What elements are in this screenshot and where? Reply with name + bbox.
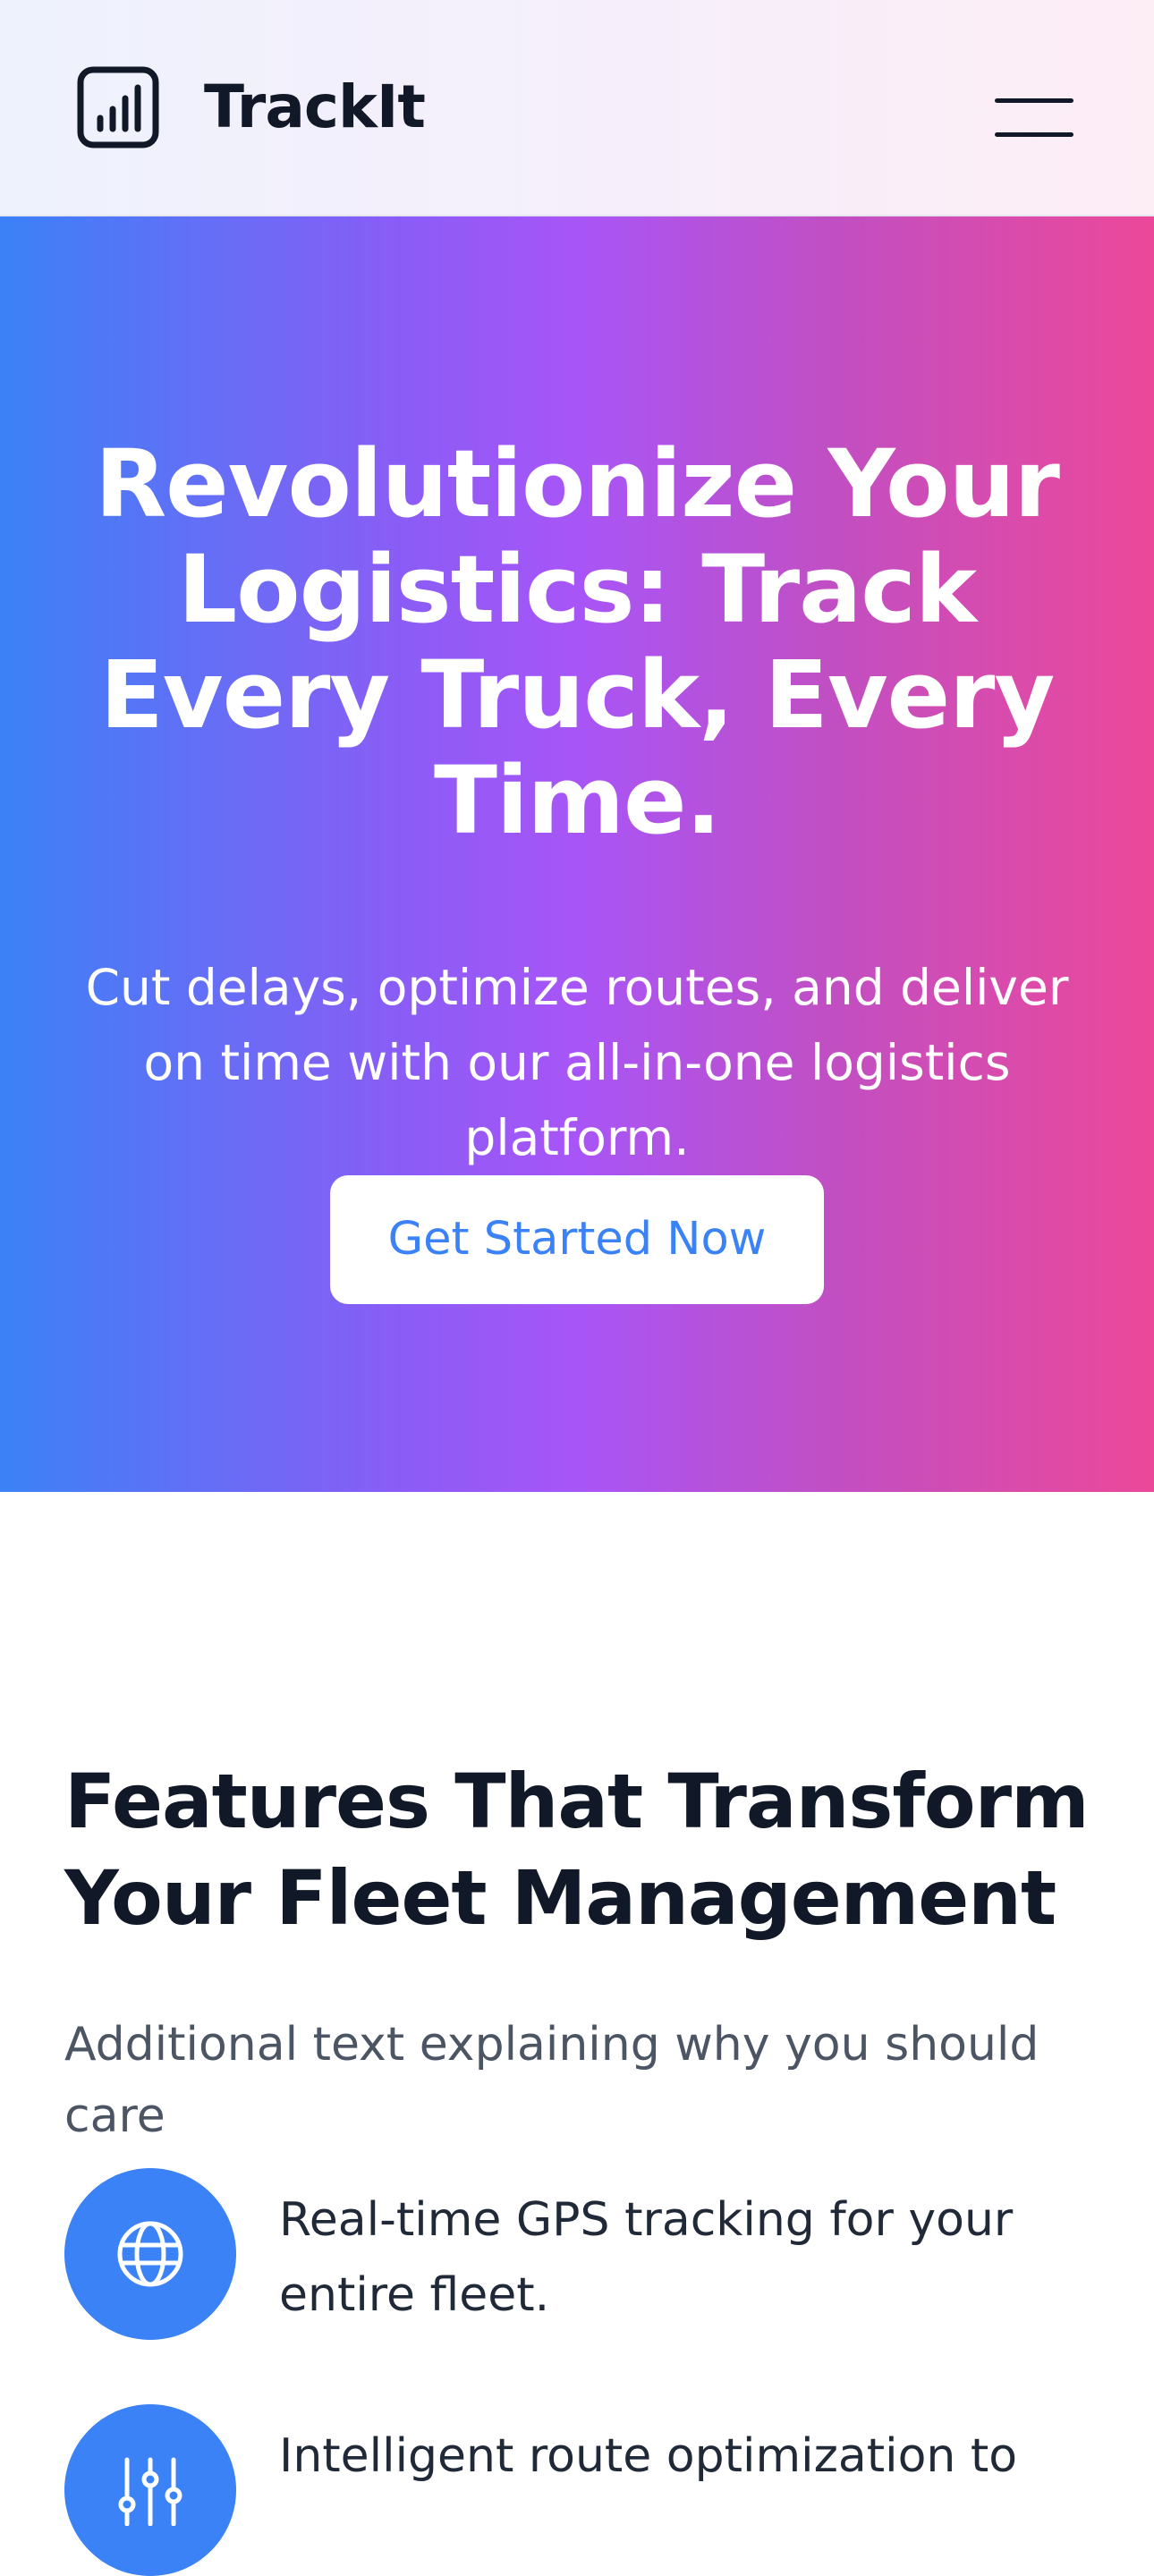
feature-item-gps: Real-time GPS tracking for your entire f… (279, 2193, 1014, 2322)
menu-bar-bottom (995, 132, 1073, 137)
features-title: Features That Transform Your Fleet Manag… (64, 1758, 1090, 1942)
hero-title: Revolutionize Your Logistics: Track Ever… (95, 429, 1060, 855)
globe-icon (64, 2168, 236, 2340)
top-nav-header: TrackIt (0, 0, 1154, 216)
menu-bar-top (995, 98, 1073, 103)
brand-name[interactable]: TrackIt (204, 72, 426, 143)
sliders-icon (64, 2404, 236, 2576)
hero-section: Revolutionize Your Logistics: Track Ever… (0, 216, 1154, 1492)
feature-item-routes: Intelligent route optimization to (279, 2429, 1018, 2483)
hero-subtitle: Cut delays, optimize routes, and deliver… (85, 959, 1069, 1166)
get-started-button[interactable]: Get Started Now (330, 1175, 824, 1304)
hamburger-menu-icon[interactable] (988, 89, 1077, 147)
features-subtitle: Additional text explaining why you shoul… (64, 2018, 1039, 2143)
bar-chart-icon[interactable] (77, 66, 159, 148)
